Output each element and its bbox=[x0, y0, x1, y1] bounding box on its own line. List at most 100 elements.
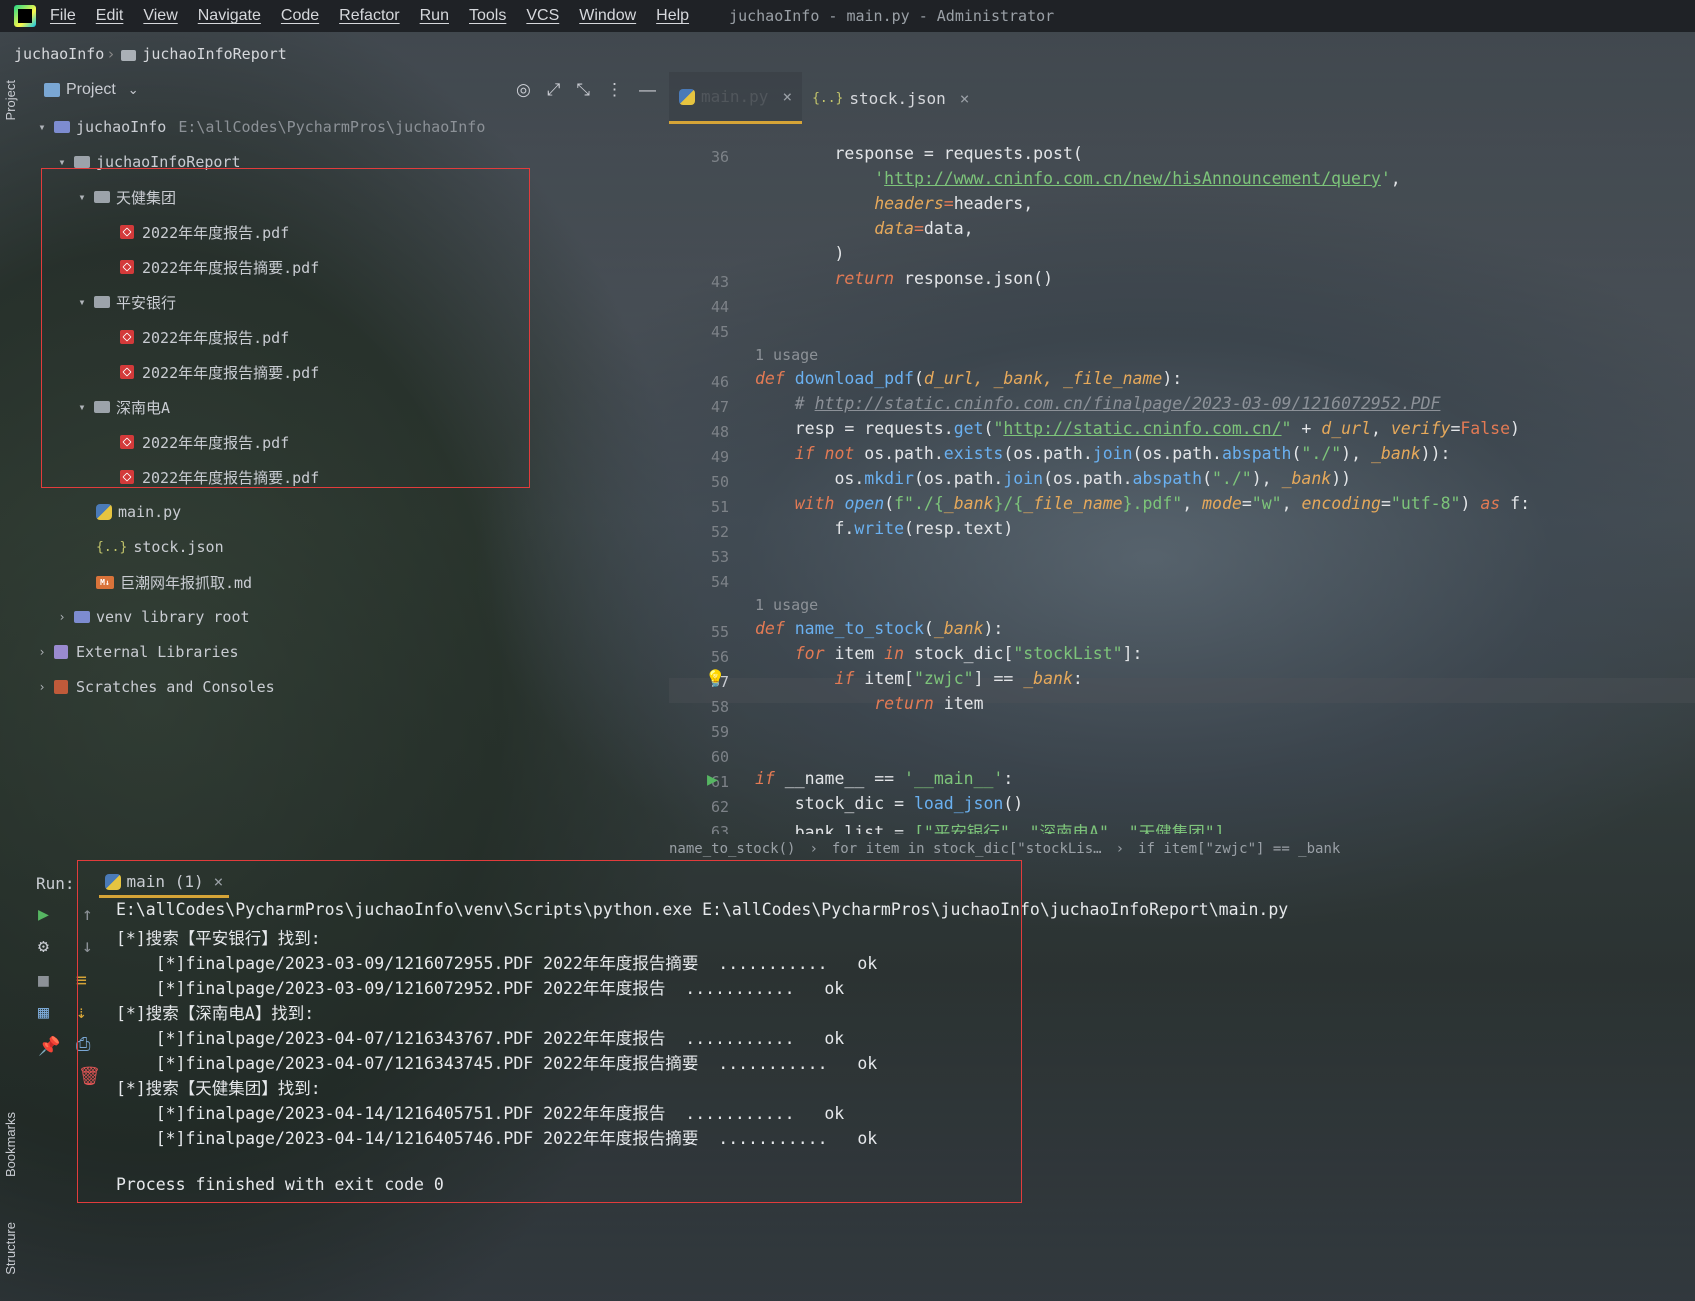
line-number: 47 bbox=[710, 398, 729, 416]
collapse-icon[interactable]: ⤡ bbox=[576, 80, 590, 100]
library-icon bbox=[54, 645, 68, 659]
usage-hint[interactable]: 1 usage bbox=[755, 596, 818, 614]
tab-stock-json[interactable]: {..} stock.json × bbox=[802, 72, 979, 124]
code-crumb[interactable]: if item["zwjc"] == _bank bbox=[1138, 841, 1340, 857]
code-line: os.mkdir(os.path.join(os.path.abspath(".… bbox=[755, 469, 1352, 488]
menu-help[interactable]: Help bbox=[656, 7, 689, 25]
python-file-icon bbox=[679, 88, 695, 105]
code-line: resp = requests.get("http://static.cninf… bbox=[755, 419, 1520, 438]
project-icon bbox=[44, 83, 60, 97]
crumb-separator: › bbox=[809, 841, 818, 857]
code-line: return response.json() bbox=[834, 269, 1054, 288]
line-number: 50 bbox=[710, 473, 729, 491]
tree-external-libraries[interactable]: › External Libraries bbox=[34, 635, 238, 669]
tree-root-path: E:\allCodes\PycharmPros\juchaoInfo bbox=[178, 118, 486, 136]
menu-edit[interactable]: Edit bbox=[96, 7, 124, 25]
code-line: if not os.path.exists(os.path.join(os.pa… bbox=[794, 444, 1451, 463]
tree-root[interactable]: ▾ juchaoInfo E:\allCodes\PycharmPros\juc… bbox=[34, 110, 485, 144]
usage-hint[interactable]: 1 usage bbox=[755, 346, 818, 364]
menu-vcs[interactable]: VCS bbox=[526, 7, 559, 25]
breadcrumb-child[interactable]: juchaoInfoReport bbox=[142, 45, 287, 63]
chevron-down-icon[interactable]: ▾ bbox=[34, 120, 50, 134]
crumb-separator: › bbox=[1115, 841, 1125, 857]
close-icon[interactable]: × bbox=[960, 89, 970, 108]
rerun-icon[interactable]: ▶ bbox=[38, 904, 49, 925]
menu-refactor[interactable]: Refactor bbox=[339, 7, 399, 25]
expand-icon[interactable]: ⤢ bbox=[547, 80, 561, 100]
chevron-down-icon[interactable]: ⌄ bbox=[128, 82, 139, 98]
tree-venv-label: venv library root bbox=[96, 608, 250, 626]
tree-file-stock-json[interactable]: {..} stock.json bbox=[96, 530, 224, 564]
hide-panel-icon[interactable]: — bbox=[639, 80, 656, 100]
scratches-icon bbox=[54, 680, 68, 694]
tab-label: main.py bbox=[701, 87, 769, 106]
code-line: 'http://www.cninfo.com.cn/new/hisAnnounc… bbox=[874, 169, 1401, 188]
markdown-file-icon: M↓ bbox=[96, 575, 114, 589]
tree-file-label: stock.json bbox=[133, 538, 224, 556]
tab-label: stock.json bbox=[849, 88, 946, 108]
structure-tool-window-button[interactable]: Structure bbox=[3, 1222, 18, 1275]
close-icon[interactable]: × bbox=[782, 87, 792, 106]
pycharm-logo-icon[interactable] bbox=[14, 5, 36, 27]
menu-file[interactable]: File bbox=[50, 7, 76, 25]
locate-icon[interactable]: ◎ bbox=[516, 80, 531, 100]
menu-view[interactable]: View bbox=[143, 7, 177, 25]
folder-icon bbox=[74, 156, 90, 168]
line-number: 46 bbox=[710, 373, 729, 391]
menu-window[interactable]: Window bbox=[579, 7, 636, 25]
line-number: 59 bbox=[710, 723, 729, 741]
tree-venv[interactable]: › venv library root bbox=[54, 600, 250, 634]
menu-code[interactable]: Code bbox=[281, 7, 319, 25]
left-tool-strip: Project Bookmarks Structure bbox=[0, 72, 26, 1301]
chevron-right-icon[interactable]: › bbox=[34, 645, 50, 659]
code-line: response = requests.post( bbox=[755, 144, 1083, 163]
layout-icon[interactable]: ▦ bbox=[38, 1002, 49, 1023]
chevron-right-icon[interactable]: › bbox=[34, 680, 50, 694]
code-line: data=data, bbox=[874, 219, 974, 238]
pin-icon[interactable]: 📌 bbox=[38, 1036, 60, 1057]
tree-file-md[interactable]: M↓ 巨潮网年报抓取.md bbox=[96, 565, 252, 599]
tab-main-py[interactable]: main.py × bbox=[669, 72, 803, 124]
line-number: 56 bbox=[710, 648, 729, 666]
chevron-down-icon[interactable]: ▾ bbox=[54, 155, 70, 169]
code-line: def download_pdf(d_url, _bank, _file_nam… bbox=[755, 369, 1183, 388]
code-crumb[interactable]: name_to_stock() bbox=[669, 841, 795, 857]
tree-file-main-py[interactable]: main.py bbox=[96, 495, 181, 529]
code-line: f.write(resp.text) bbox=[755, 519, 1014, 538]
tree-scratches-label: Scratches and Consoles bbox=[76, 678, 275, 696]
line-number: 51 bbox=[710, 498, 729, 516]
project-tool-window-button[interactable]: Project bbox=[3, 80, 18, 120]
venv-folder-icon bbox=[74, 611, 90, 623]
line-number: 52 bbox=[710, 523, 729, 541]
line-number: 48 bbox=[710, 423, 729, 441]
run-label: Run: bbox=[36, 873, 75, 893]
menu-tools[interactable]: Tools bbox=[469, 7, 506, 25]
project-panel-title[interactable]: Project bbox=[66, 81, 116, 99]
line-number: 60 bbox=[710, 748, 729, 766]
code-line: bank_list = ["平安银行", "深南电A", "天健集团"] bbox=[755, 823, 1225, 834]
code-line: with open(f"./{_bank}/{_file_name}.pdf",… bbox=[794, 494, 1531, 513]
editor-tabs: main.py × {..} stock.json × bbox=[669, 72, 1695, 124]
code-editor[interactable]: 36 response = requests.post( 'http://www… bbox=[669, 124, 1695, 834]
folder-icon bbox=[54, 121, 70, 133]
tree-file-label: main.py bbox=[118, 503, 182, 521]
bookmarks-tool-window-button[interactable]: Bookmarks bbox=[3, 1112, 18, 1177]
menu-run[interactable]: Run bbox=[420, 7, 449, 25]
code-line: ) bbox=[834, 244, 845, 263]
line-number: 63 bbox=[710, 823, 729, 834]
breadcrumb-root[interactable]: juchaoInfo bbox=[14, 45, 104, 63]
menu-navigate[interactable]: Navigate bbox=[198, 7, 261, 25]
chevron-right-icon[interactable]: › bbox=[54, 610, 70, 624]
highlight-box-tree bbox=[41, 168, 530, 488]
tree-scratches[interactable]: › Scratches and Consoles bbox=[34, 670, 275, 704]
breadcrumb-separator: › bbox=[106, 45, 116, 63]
gear-icon[interactable]: ⚙ bbox=[38, 936, 49, 957]
bulb-icon[interactable]: 💡 bbox=[705, 669, 726, 689]
stop-icon[interactable]: ■ bbox=[38, 970, 49, 991]
python-file-icon bbox=[96, 504, 112, 520]
code-crumb[interactable]: for item in stock_dic["stockLis… bbox=[832, 841, 1102, 857]
run-gutter-icon[interactable]: ▶ bbox=[707, 769, 718, 790]
project-panel-header: Project ⌄ ◎ ⤢ ⤡ ⋮ — bbox=[30, 72, 668, 108]
json-file-icon: {..} bbox=[812, 90, 844, 106]
more-options-icon[interactable]: ⋮ bbox=[606, 80, 623, 100]
